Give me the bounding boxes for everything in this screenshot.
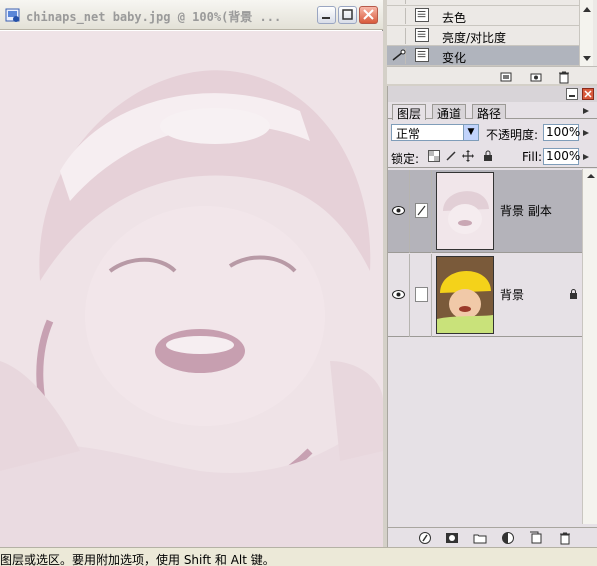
layer-visibility-toggle[interactable] — [388, 170, 410, 253]
layer-name: 背景 — [500, 288, 525, 302]
lock-image-brush-icon[interactable] — [445, 150, 457, 162]
layers-scrollbar[interactable] — [582, 169, 597, 524]
history-item-label: 去色 — [442, 11, 467, 25]
layers-panel-titlebar[interactable] — [388, 86, 597, 102]
panel-menu-icon[interactable] — [580, 105, 592, 117]
layer-link-toggle[interactable] — [411, 254, 432, 337]
minimize-icon[interactable] — [566, 88, 578, 100]
new-adjustment-layer-icon[interactable] — [501, 531, 515, 545]
status-bar: 图层或选区。要用附加选项，使用 Shift 和 Alt 键。 — [0, 547, 597, 566]
fill-label: Fill: — [522, 150, 543, 164]
link-box — [415, 287, 428, 302]
document-title: chinaps_net baby.jpg @ 100%(背景 ... — [26, 10, 282, 24]
faded-baby-thumbnail-image — [437, 173, 493, 249]
layer-link-toggle[interactable] — [411, 170, 432, 253]
lock-icon — [570, 289, 577, 299]
tab-layers[interactable]: 图层 — [392, 104, 427, 121]
layers-panel: 图层 通道 路径 正常 ▼ 不透明度: 100% 锁定: Fill: 100% — [387, 86, 597, 547]
photoshop-workspace: chinaps_net baby.jpg @ 100%(背景 ... 去色 亮度… — [0, 0, 597, 566]
layers-panel-footer — [388, 527, 597, 547]
create-snapshot-icon[interactable] — [529, 70, 543, 84]
minimize-button[interactable] — [317, 6, 336, 24]
tab-paths[interactable]: 路径 — [472, 104, 507, 121]
fill-value: 100% — [546, 149, 581, 163]
history-state-icon — [415, 28, 429, 42]
opacity-field[interactable]: 100% — [543, 124, 581, 141]
opacity-slider-arrow-icon[interactable] — [581, 128, 591, 138]
layer-visibility-toggle[interactable] — [388, 254, 410, 337]
history-state-icon — [415, 8, 429, 22]
scroll-up-arrow-icon — [587, 174, 595, 178]
maximize-button[interactable] — [338, 6, 357, 24]
layer-name: 背景 副本 — [500, 204, 552, 218]
close-icon[interactable] — [582, 88, 594, 100]
lock-all-icon[interactable] — [482, 150, 494, 162]
history-scrollbar[interactable] — [579, 0, 593, 66]
chevron-down-icon: ▼ — [463, 125, 478, 140]
layer-thumbnail — [436, 256, 494, 334]
close-button[interactable] — [359, 6, 378, 24]
eye-icon — [392, 290, 405, 299]
maximize-icon — [342, 9, 353, 20]
add-layer-mask-icon[interactable] — [445, 531, 459, 545]
history-footer — [387, 66, 597, 84]
lock-fill-row: 锁定: Fill: 100% — [388, 146, 597, 168]
photoshop-document-icon — [5, 8, 20, 22]
lock-transparency-icon[interactable] — [428, 150, 440, 162]
scroll-down-arrow-icon — [583, 7, 591, 61]
history-brush-marker-icon — [392, 49, 406, 61]
history-snapshot-toggle[interactable] — [390, 48, 406, 64]
document-titlebar[interactable]: chinaps_net baby.jpg @ 100%(背景 ... — [0, 0, 383, 30]
history-state-icon — [415, 48, 429, 62]
blend-mode-select[interactable]: 正常 ▼ — [391, 124, 479, 141]
trash-icon[interactable] — [557, 70, 571, 84]
lock-label: 锁定: — [391, 152, 420, 166]
link-box — [415, 203, 428, 218]
new-group-folder-icon[interactable] — [473, 531, 487, 545]
document-canvas[interactable] — [0, 31, 383, 547]
baby-photo-image — [0, 31, 383, 547]
opacity-value: 100% — [546, 125, 581, 139]
history-item-selected[interactable]: 变化 — [387, 46, 580, 66]
paintbrush-icon — [417, 205, 426, 216]
history-snapshot-toggle[interactable] — [390, 28, 406, 44]
opacity-label: 不透明度: — [486, 128, 539, 142]
eye-icon — [392, 206, 405, 215]
layer-thumbnail — [436, 172, 494, 250]
layer-row-background-copy[interactable]: 背景 副本 — [388, 170, 582, 253]
layers-panel-tabs: 图层 通道 路径 — [388, 102, 597, 121]
minimize-icon — [322, 17, 330, 19]
history-item-label: 变化 — [442, 51, 467, 65]
new-layer-icon[interactable] — [529, 531, 543, 545]
new-document-from-state-icon[interactable] — [499, 70, 513, 84]
blend-mode-value: 正常 — [396, 127, 421, 141]
history-item[interactable]: 去色 — [387, 6, 580, 26]
fill-field[interactable]: 100% — [543, 148, 581, 165]
blend-opacity-row: 正常 ▼ 不透明度: 100% — [388, 122, 597, 144]
lock-position-move-icon[interactable] — [462, 150, 474, 162]
baby-color-thumbnail-image — [437, 257, 493, 333]
status-text: 图层或选区。要用附加选项，使用 Shift 和 Alt 键。 — [0, 553, 275, 566]
tab-channels[interactable]: 通道 — [432, 104, 467, 121]
history-item[interactable]: 亮度/对比度 — [387, 26, 580, 46]
close-icon — [363, 9, 374, 20]
add-layer-style-icon[interactable] — [418, 531, 432, 545]
history-item-label: 亮度/对比度 — [442, 31, 507, 45]
history-snapshot-toggle[interactable] — [390, 8, 406, 24]
history-snapshot-toggle[interactable] — [390, 0, 406, 4]
document-window: chinaps_net baby.jpg @ 100%(背景 ... — [0, 0, 383, 547]
layer-row-background[interactable]: 背景 — [388, 254, 582, 337]
fill-slider-arrow-icon[interactable] — [581, 152, 591, 162]
trash-icon[interactable] — [558, 531, 572, 545]
